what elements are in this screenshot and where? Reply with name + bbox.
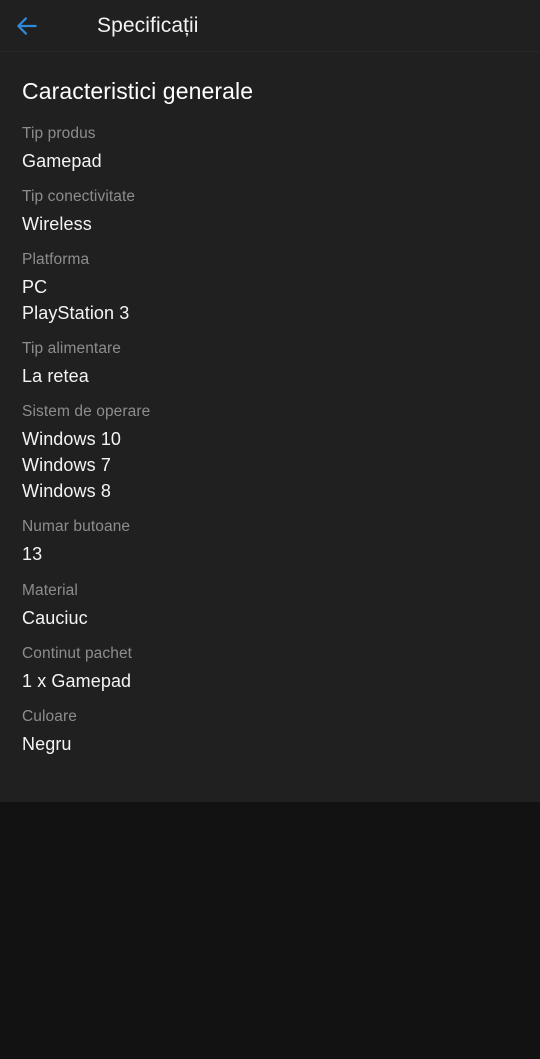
spec-value: Wireless — [22, 213, 92, 234]
spec-value: Windows 7 — [22, 455, 111, 476]
spec-value: 13 — [22, 544, 43, 565]
spec-value: PlayStation 3 — [22, 302, 130, 323]
spec-label: Sistem de operare — [22, 403, 151, 421]
spec-row: Sistem de operare Windows 10 Windows 7 Wind… — [0, 400, 540, 504]
spec-value: PC — [22, 276, 48, 297]
spec-row: Numar butoane 13 — [0, 515, 540, 567]
spec-value-group: Gamepad — [22, 148, 518, 174]
spec-row: Material Cauciuc — [0, 579, 540, 631]
spec-value: Windows 10 — [22, 429, 122, 450]
spec-value-group: Wireless — [22, 211, 518, 237]
spec-value: La retea — [22, 366, 89, 387]
spec-row: Tip conectivitate Wireless — [0, 185, 540, 237]
spec-value: 1 x Gamepad — [22, 670, 132, 691]
spec-value: Negru — [22, 733, 72, 754]
page-title: Specificații — [97, 14, 199, 37]
spec-value-group: PC PlayStation 3 — [22, 274, 518, 326]
page-background-filler — [0, 801, 540, 1059]
back-button[interactable] — [0, 0, 54, 52]
specifications-screen: Specificații Caracteristici generale Tip… — [0, 0, 540, 1059]
app-bar: Specificații — [0, 0, 540, 52]
spec-value: Windows 8 — [22, 481, 111, 502]
spec-label: Continut pachet — [22, 644, 133, 662]
spec-label: Platforma — [22, 250, 90, 268]
spec-label: Culoare — [22, 707, 77, 725]
spec-value-group: Cauciuc — [22, 605, 518, 631]
spec-value-group: Windows 10 Windows 7 Windows 8 — [22, 426, 518, 504]
spec-label: Material — [22, 581, 78, 599]
spec-label: Numar butoane — [22, 518, 131, 536]
spec-label: Tip alimentare — [22, 340, 122, 358]
spec-value-group: 1 x Gamepad — [22, 668, 518, 694]
spec-value-group: La retea — [22, 363, 518, 389]
spec-row: Culoare Negru — [0, 705, 540, 757]
spec-row: Continut pachet 1 x Gamepad — [0, 642, 540, 694]
spec-value: Gamepad — [22, 150, 102, 171]
spec-row: Platforma PC PlayStation 3 — [0, 248, 540, 326]
section-heading: Caracteristici generale — [22, 78, 254, 104]
specification-list: Tip produs Gamepad Tip conectivitate Wirele… — [0, 106, 540, 757]
spec-label: Tip conectivitate — [22, 187, 136, 205]
specifications-card: Caracteristici generale Tip produs Gamepa… — [0, 52, 540, 802]
spec-value-group: 13 — [22, 541, 518, 567]
arrow-left-icon — [14, 13, 40, 39]
spec-label: Tip produs — [22, 124, 96, 142]
spec-row: Tip produs Gamepad — [0, 122, 540, 174]
spec-value-group: Negru — [22, 731, 518, 757]
spec-row: Tip alimentare La retea — [0, 337, 540, 389]
spec-value: Cauciuc — [22, 607, 88, 628]
